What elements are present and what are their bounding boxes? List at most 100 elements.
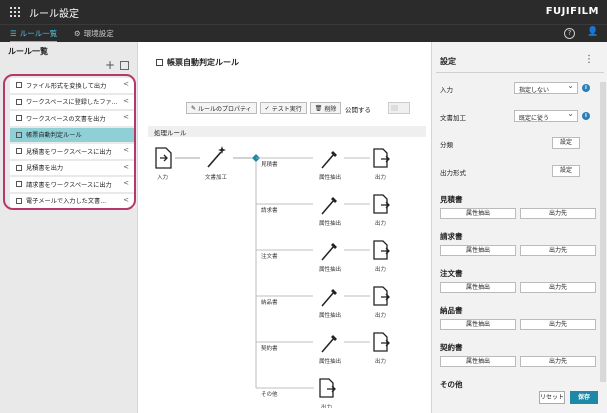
delete-button[interactable]: 🗑 削除 [309, 102, 342, 114]
info-icon[interactable]: i [582, 84, 590, 92]
title-bar: ルール設定 FUJIFILM [0, 0, 607, 24]
branch-label: 請求書 [261, 206, 278, 214]
reset-button[interactable]: リセット [539, 391, 565, 404]
rule-properties-button[interactable]: ✎ ルールのプロパティ [186, 102, 257, 114]
settings-group-title: 見積書 [440, 195, 463, 204]
pipette-icon[interactable] [321, 335, 337, 353]
flow-branch: 見積書属性抽出 出力 [256, 148, 390, 181]
extract-attributes-button[interactable]: 属性抽出 [440, 245, 516, 256]
branch-label: その他 [261, 390, 278, 398]
settings-group-title: 請求書 [440, 232, 463, 241]
copy-rule-icon[interactable] [120, 61, 129, 70]
help-icon[interactable]: ? [564, 28, 575, 39]
settings-group-title: その他 [440, 380, 463, 389]
tab-bar: ☰ ルール一覧 ⚙ 環境設定 ? 👤 [0, 24, 607, 43]
output-icon[interactable] [373, 286, 390, 306]
branch-label: 契約書 [261, 344, 278, 352]
flow-branch: その他出力 [256, 378, 336, 408]
output-label: 出力 [375, 311, 386, 319]
input-label: 入力 [157, 173, 168, 181]
output-destination-button[interactable]: 出力先 [520, 319, 596, 330]
flow-diagram: 入力 文書加工 見積書属性抽出 出力請求書属性抽出 出力注文書属性抽出 出力納品書属性… [155, 146, 390, 408]
output-label: 出力 [375, 265, 386, 273]
app-grid-icon[interactable] [10, 7, 20, 17]
extract-label: 属性抽出 [319, 219, 341, 227]
input-setting-label: 入力 [440, 86, 453, 94]
settings-title: 設定 [440, 57, 456, 66]
output-icon[interactable] [373, 240, 390, 260]
output-label: 出力 [321, 403, 332, 408]
extract-attributes-button[interactable]: 属性抽出 [440, 282, 516, 293]
extract-attributes-button[interactable]: 属性抽出 [440, 319, 516, 330]
settings-group-title: 納品書 [440, 306, 463, 315]
input-select[interactable]: 指定しない [514, 81, 578, 94]
settings-panel: 設定 ⋮ 入力 指定しない i 文書加工 既定に従う i 分類 設定 出力形式 … [431, 42, 607, 413]
output-format-settings-button[interactable]: 設定 [552, 165, 580, 177]
extract-attributes-button[interactable]: 属性抽出 [440, 356, 516, 367]
pencil-icon: ✎ [191, 104, 197, 112]
trash-icon: 🗑 [314, 104, 323, 112]
output-label: 出力 [375, 173, 386, 181]
extract-label: 属性抽出 [319, 311, 341, 319]
settings-group-title: 注文書 [440, 269, 463, 278]
rule-editor: 帳票自動判定ルール ✎ ルールのプロパティ ✓ テスト実行 🗑 削除 公開する 処理ル… [138, 42, 431, 413]
settings-group-title: 契約書 [440, 343, 463, 352]
flow-branch: 納品書属性抽出 出力 [256, 286, 390, 319]
branch-label: 見積書 [261, 160, 278, 168]
magic-wand-icon[interactable] [207, 146, 226, 168]
rule-sidebar: ルール一覧 + ファイル形式を変換して出力 < ワークスペースに登録したファ...… [0, 42, 138, 413]
flow-branch: 注文書属性抽出 出力 [256, 240, 390, 273]
extract-label: 属性抽出 [319, 265, 341, 273]
rule-toolbar: ✎ ルールのプロパティ ✓ テスト実行 🗑 削除 [186, 102, 342, 114]
user-icon[interactable]: 👤 [587, 28, 598, 39]
classify-label: 分類 [440, 141, 453, 149]
output-icon[interactable] [373, 148, 390, 168]
input-icon[interactable] [155, 147, 172, 169]
test-run-button[interactable]: ✓ テスト実行 [259, 102, 307, 114]
output-destination-button[interactable]: 出力先 [520, 356, 596, 367]
pipette-icon[interactable] [321, 151, 337, 169]
pipette-icon[interactable] [321, 243, 337, 261]
classify-settings-button[interactable]: 設定 [552, 137, 580, 149]
output-destination-button[interactable]: 出力先 [520, 282, 596, 293]
scrollbar[interactable] [600, 82, 606, 382]
save-button[interactable]: 保存 [570, 391, 598, 404]
gear-icon: ⚙ [74, 29, 81, 38]
output-icon[interactable] [373, 332, 390, 352]
branch-label: 納品書 [261, 298, 278, 306]
doc-process-setting-label: 文書加工 [440, 114, 466, 122]
output-label: 出力 [375, 219, 386, 227]
info-icon[interactable]: i [582, 112, 590, 120]
doc-process-select[interactable]: 既定に従う [514, 109, 578, 122]
brand-logo: FUJIFILM [545, 6, 599, 17]
rule-icon [156, 59, 163, 66]
output-destination-button[interactable]: 出力先 [520, 208, 596, 219]
list-icon: ☰ [10, 29, 17, 38]
flow-branch: 請求書属性抽出 出力 [256, 194, 390, 227]
tab-rule-list[interactable]: ☰ ルール一覧 [10, 28, 58, 43]
extract-attributes-button[interactable]: 属性抽出 [440, 208, 516, 219]
output-label: 出力 [375, 357, 386, 365]
divider [436, 72, 604, 73]
output-destination-button[interactable]: 出力先 [520, 245, 596, 256]
section-header: 処理ルール [148, 126, 426, 137]
extract-label: 属性抽出 [319, 173, 341, 181]
check-icon: ✓ [264, 104, 270, 112]
doc-process-label: 文書加工 [205, 173, 228, 181]
branch-label: 注文書 [261, 252, 278, 260]
pipette-icon[interactable] [321, 289, 337, 307]
rule-title: 帳票自動判定ルール [156, 57, 239, 68]
output-icon[interactable] [373, 194, 390, 214]
sidebar-title: ルール一覧 [8, 47, 48, 56]
more-options-icon[interactable]: ⋮ [584, 54, 594, 65]
tab-environment[interactable]: ⚙ 環境設定 [74, 28, 114, 39]
window-title: ルール設定 [29, 9, 79, 20]
output-format-label: 出力形式 [440, 169, 466, 177]
pipette-icon[interactable] [321, 197, 337, 215]
extract-label: 属性抽出 [319, 357, 341, 365]
output-icon[interactable] [319, 378, 336, 398]
publish-toggle[interactable] [388, 102, 410, 114]
publish-label: 公開する [345, 106, 371, 114]
flow-branch: 契約書属性抽出 出力 [256, 332, 390, 365]
add-rule-button[interactable]: + [105, 59, 115, 71]
